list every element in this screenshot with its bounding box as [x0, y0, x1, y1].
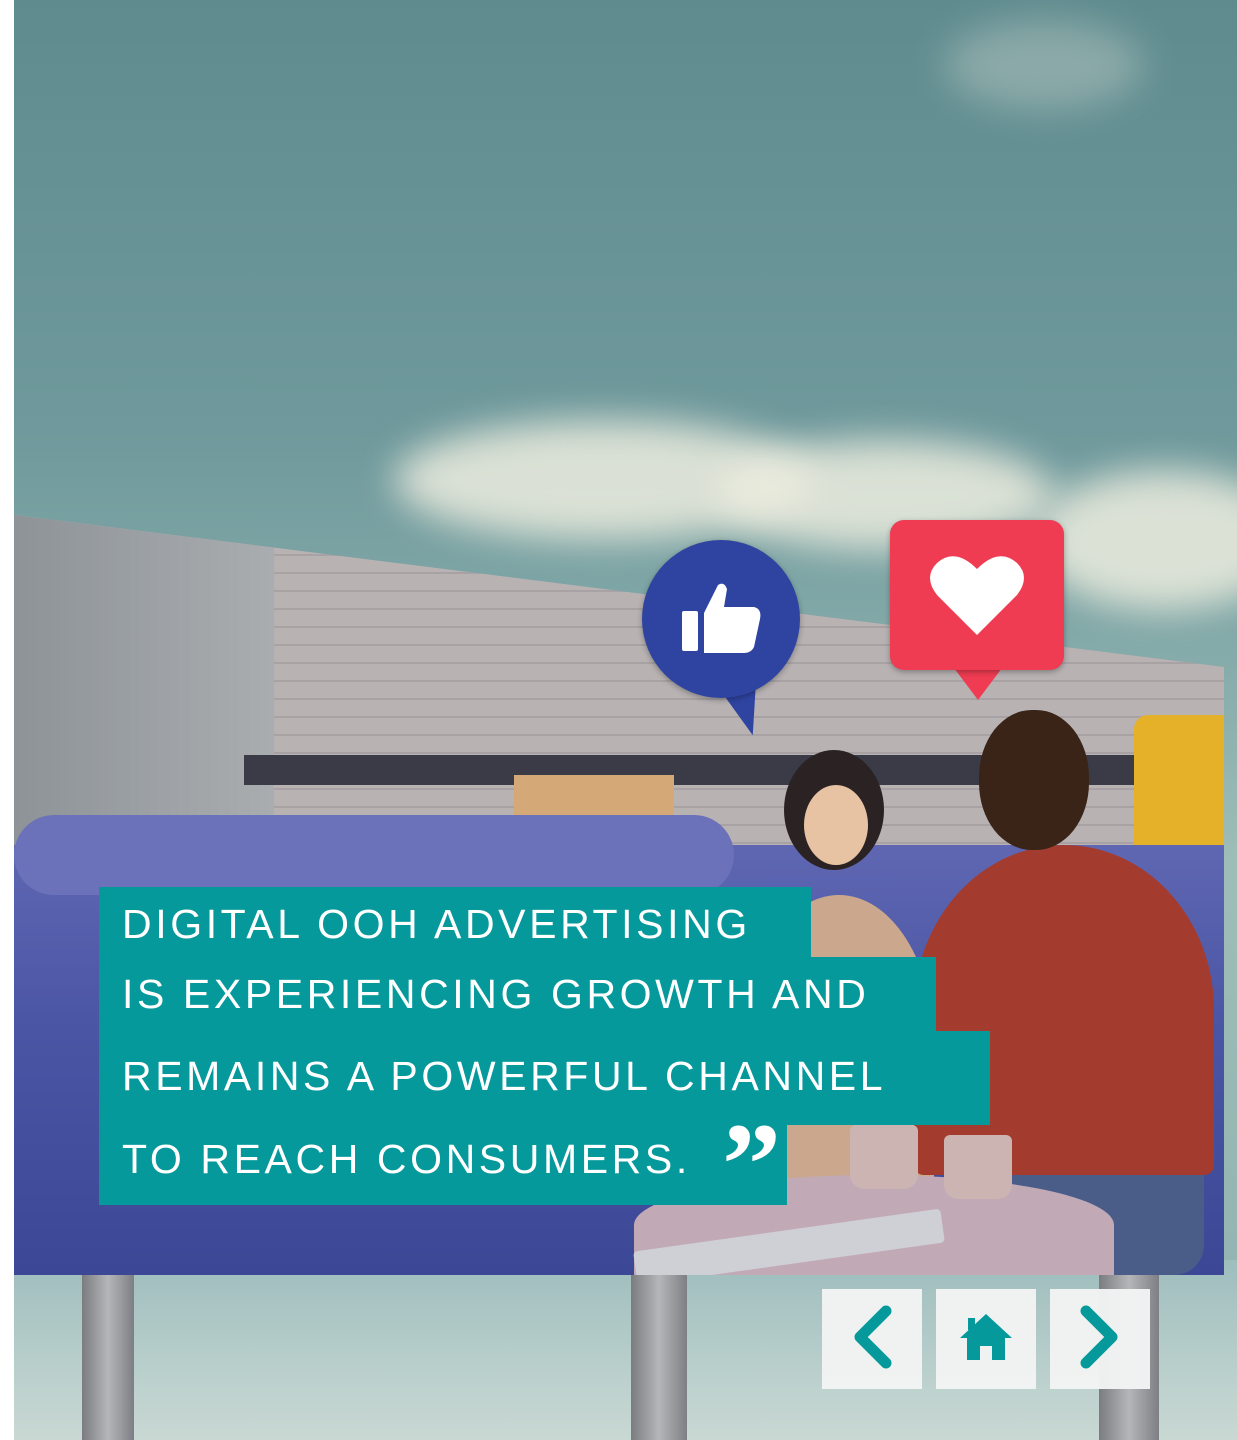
- like-bubble: [642, 540, 800, 698]
- previous-button[interactable]: [822, 1289, 922, 1389]
- billboard-pole: [82, 1255, 134, 1440]
- thumbs-up-icon: [642, 540, 800, 698]
- next-button[interactable]: [1050, 1289, 1150, 1389]
- woman-face: [804, 785, 868, 865]
- heart-icon: [890, 520, 1064, 670]
- mug: [944, 1135, 1012, 1199]
- chevron-right-icon: [1076, 1305, 1124, 1374]
- heart-bubble-tail: [954, 668, 1002, 700]
- sofa-back: [14, 815, 734, 895]
- mug: [850, 1125, 918, 1189]
- hero-scene: [14, 0, 1237, 1440]
- cloud: [944, 20, 1144, 110]
- cloud: [1034, 470, 1237, 610]
- home-icon: [958, 1312, 1014, 1367]
- man-head: [979, 710, 1089, 850]
- billboard-pole: [631, 1255, 687, 1440]
- heart-bubble: [890, 520, 1064, 670]
- man: [914, 845, 1214, 1175]
- home-button[interactable]: [936, 1289, 1036, 1389]
- chevron-left-icon: [848, 1305, 896, 1374]
